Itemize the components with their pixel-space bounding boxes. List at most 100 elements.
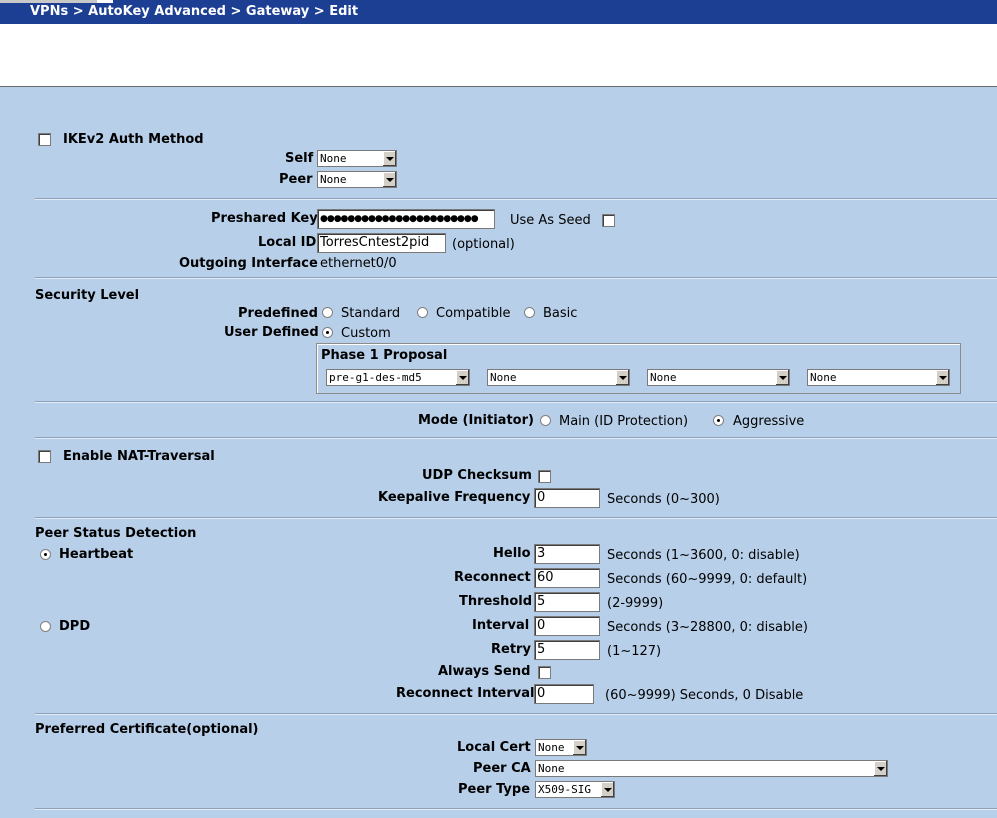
chevron-down-icon <box>382 151 396 166</box>
chevron-down-icon <box>775 370 789 385</box>
local-cert-select-value: None <box>538 741 565 754</box>
threshold-label: Threshold <box>459 594 533 609</box>
outgoing-interface-value: ethernet0/0 <box>320 256 397 271</box>
use-as-seed-label: Use As Seed <box>510 213 591 228</box>
outgoing-interface-label: Outgoing Interface <box>179 256 318 271</box>
divider <box>35 437 997 439</box>
proposal-select-2-value: None <box>490 371 517 384</box>
reconnect-interval-input[interactable]: 0 <box>534 684 594 704</box>
ikev2-checkbox[interactable] <box>38 133 51 146</box>
local-id-hint: (optional) <box>452 237 515 252</box>
keepalive-label: Keepalive Frequency <box>378 490 531 505</box>
local-id-input[interactable]: TorresCntest2pid <box>317 233 446 253</box>
interval-input[interactable]: 0 <box>534 616 600 636</box>
peer-ca-label: Peer CA <box>473 761 531 776</box>
mode-label: Mode (Initiator) <box>418 413 534 428</box>
hello-input[interactable]: 3 <box>534 544 600 564</box>
compatible-radio[interactable] <box>417 307 428 318</box>
reconnect-input[interactable]: 60 <box>534 568 600 588</box>
hello-hint: Seconds (1~3600, 0: disable) <box>607 548 800 563</box>
use-as-seed-checkbox[interactable] <box>602 214 615 227</box>
standard-radio[interactable] <box>322 307 333 318</box>
chevron-down-icon <box>572 740 586 755</box>
preferred-certificate-heading: Preferred Certificate(optional) <box>35 722 259 737</box>
basic-label: Basic <box>543 306 578 321</box>
peer-type-label: Peer Type <box>458 782 531 797</box>
interval-label: Interval <box>472 618 530 633</box>
divider <box>35 713 997 715</box>
proposal-select-4-value: None <box>810 371 837 384</box>
divider <box>35 198 997 200</box>
self-select[interactable]: None <box>317 150 397 167</box>
standard-label: Standard <box>341 306 401 321</box>
preshared-key-input[interactable]: ●●●●●●●●●●●●●●●●●●●●●●● <box>317 209 495 229</box>
udp-checksum-label: UDP Checksum <box>422 468 532 483</box>
interval-hint: Seconds (3~28800, 0: disable) <box>607 620 808 635</box>
peer-type-select-value: X509-SIG <box>538 783 591 796</box>
self-label: Self <box>285 151 314 166</box>
ikev2-label: IKEv2 Auth Method <box>63 132 204 147</box>
threshold-input[interactable]: 5 <box>534 592 600 612</box>
breadcrumb: VPNs > AutoKey Advanced > Gateway > Edit <box>30 4 359 19</box>
heartbeat-label: Heartbeat <box>59 547 134 562</box>
chevron-down-icon <box>600 782 614 797</box>
reconnect-interval-hint: (60~9999) Seconds, 0 Disable <box>605 688 804 703</box>
peer-type-select[interactable]: X509-SIG <box>535 781 615 798</box>
preshared-key-label: Preshared Key <box>211 211 318 226</box>
proposal-select-2[interactable]: None <box>487 369 630 386</box>
chevron-down-icon <box>935 370 949 385</box>
peer-select-value: None <box>320 173 347 186</box>
main-mode-radio[interactable] <box>540 415 551 426</box>
basic-radio[interactable] <box>524 307 535 318</box>
proposal-select-3[interactable]: None <box>647 369 790 386</box>
chevron-down-icon <box>455 370 469 385</box>
threshold-hint: (2-9999) <box>607 596 664 611</box>
dpd-label: DPD <box>59 619 91 634</box>
proposal-select-1[interactable]: pre-g1-des-md5 <box>326 369 470 386</box>
peer-select[interactable]: None <box>317 171 397 188</box>
divider <box>35 808 997 810</box>
predefined-label: Predefined <box>238 306 318 321</box>
peer-ca-select[interactable]: None <box>535 760 888 777</box>
divider <box>35 517 997 519</box>
proposal-select-1-value: pre-g1-des-md5 <box>329 371 422 384</box>
keepalive-hint: Seconds (0~300) <box>607 492 720 507</box>
chevron-down-icon <box>873 761 887 776</box>
proposal-select-4[interactable]: None <box>807 369 950 386</box>
keepalive-input[interactable]: 0 <box>534 488 600 508</box>
reconnect-hint: Seconds (60~9999, 0: default) <box>607 572 808 587</box>
udp-checksum-checkbox[interactable] <box>538 470 551 483</box>
divider <box>35 277 997 279</box>
user-defined-label: User Defined <box>224 325 319 340</box>
reconnect-label: Reconnect <box>454 570 531 585</box>
tab-strip-gap <box>97 0 113 3</box>
dpd-radio[interactable] <box>40 621 51 632</box>
custom-radio[interactable] <box>322 327 333 338</box>
peer-ca-select-value: None <box>538 762 565 775</box>
aggressive-mode-radio[interactable] <box>713 415 724 426</box>
nat-traversal-label: Enable NAT-Traversal <box>63 449 215 464</box>
main-mode-label: Main (ID Protection) <box>559 414 689 429</box>
aggressive-mode-label: Aggressive <box>733 414 805 429</box>
chevron-down-icon <box>382 172 396 187</box>
title-bar: VPNs > AutoKey Advanced > Gateway > Edit <box>0 0 997 24</box>
always-send-checkbox[interactable] <box>538 666 551 679</box>
reconnect-interval-label: Reconnect Interval <box>396 686 535 701</box>
retry-input[interactable]: 5 <box>534 640 600 660</box>
retry-label: Retry <box>491 642 531 657</box>
nat-traversal-checkbox[interactable] <box>38 450 51 463</box>
security-level-heading: Security Level <box>35 288 140 303</box>
peer-status-detection-heading: Peer Status Detection <box>35 526 197 541</box>
local-id-label: Local ID <box>258 235 317 250</box>
heartbeat-radio[interactable] <box>40 549 51 560</box>
custom-label: Custom <box>341 326 391 341</box>
header-area <box>0 24 997 88</box>
compatible-label: Compatible <box>436 306 511 321</box>
local-cert-select[interactable]: None <box>535 739 587 756</box>
proposal-select-3-value: None <box>650 371 677 384</box>
retry-hint: (1~127) <box>607 644 662 659</box>
self-select-value: None <box>320 152 347 165</box>
divider <box>35 401 997 403</box>
always-send-label: Always Send <box>438 664 531 679</box>
phase1-proposal-label: Phase 1 Proposal <box>321 348 448 363</box>
